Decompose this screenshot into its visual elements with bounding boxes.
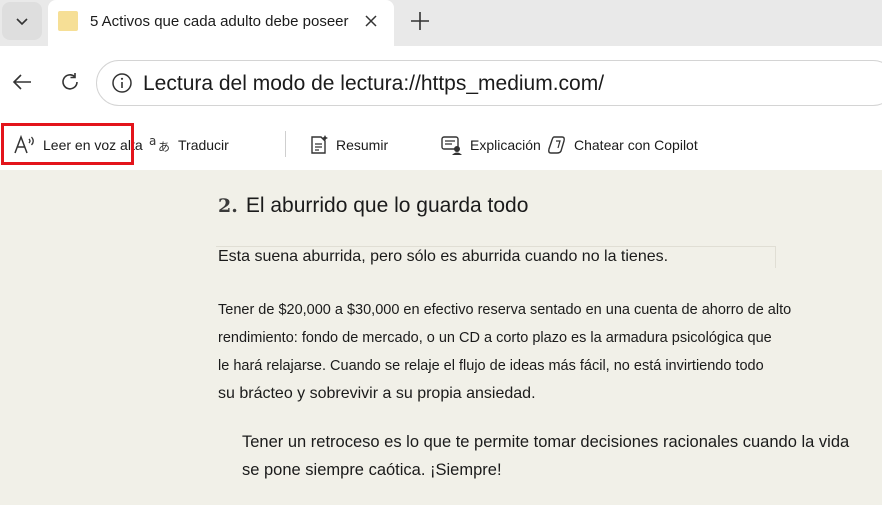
tab-title: 5 Activos que cada adulto debe poseer xyxy=(90,13,349,30)
heading-text: El aburrido que lo guarda todo xyxy=(245,194,529,217)
copilot-icon xyxy=(548,136,565,154)
plus-icon xyxy=(411,12,429,30)
translate-label: Traducir xyxy=(178,137,229,153)
url-text[interactable]: Lectura del modo de lectura://https_medi… xyxy=(143,72,604,96)
new-tab-button[interactable] xyxy=(404,5,436,37)
navigation-toolbar: Lectura del modo de lectura://https_medi… xyxy=(0,46,882,120)
refresh-button[interactable] xyxy=(54,66,86,98)
explain-icon xyxy=(441,136,462,155)
chevron-down-icon xyxy=(16,18,28,26)
close-icon xyxy=(365,15,377,27)
favicon-icon xyxy=(58,11,78,31)
svg-text:あ: あ xyxy=(158,140,170,154)
tab-close-button[interactable] xyxy=(360,10,382,32)
paragraph-line: le hará relajarse. Cuando se relaje el f… xyxy=(218,358,764,374)
active-tab[interactable]: 5 Activos que cada adulto debe poseer xyxy=(48,0,394,46)
summarize-label: Resumir xyxy=(336,137,389,153)
arrow-left-icon xyxy=(12,74,31,90)
paragraph-line: Tener de $20,000 a $30,000 en efectivo r… xyxy=(218,302,792,318)
translate-button[interactable]: aあ Traducir xyxy=(148,120,229,170)
info-icon[interactable] xyxy=(111,72,133,94)
summarize-button[interactable]: Resumir xyxy=(308,120,388,170)
paragraph-line: rendimiento: fondo de mercado, o un CD a… xyxy=(218,330,772,346)
refresh-icon xyxy=(62,73,78,90)
article-paragraph: Tener de $20,000 a $30,000 en efectivo r… xyxy=(218,296,791,408)
toolbar-divider xyxy=(285,131,286,157)
paragraph-line: su brácteo y sobrevivir a su propia ansi… xyxy=(218,385,536,402)
intro-sentence: Esta suena aburrida, pero sólo es aburri… xyxy=(218,248,669,265)
chat-with-copilot-button[interactable]: Chatear con Copilot xyxy=(546,120,698,170)
back-button[interactable] xyxy=(6,66,38,98)
tab-strip: 5 Activos que cada adulto debe poseer xyxy=(0,0,882,46)
tab-actions-button[interactable] xyxy=(2,2,42,40)
explain-label: Explicación xyxy=(470,137,541,153)
heading-number: 2. xyxy=(218,195,238,217)
address-bar[interactable]: Lectura del modo de lectura://https_medi… xyxy=(96,60,882,106)
svg-text:a: a xyxy=(149,134,156,148)
article-heading: 2. El aburrido que lo guarda todo xyxy=(218,194,528,218)
block-quote: Tener un retroceso es lo que te permite … xyxy=(242,428,849,484)
quote-line: se pone siempre caótica. ¡Siempre! xyxy=(242,461,502,479)
explain-button[interactable]: Explicación xyxy=(440,120,541,170)
reading-view: 2. El aburrido que lo guarda todo Esta su… xyxy=(0,170,882,505)
read-aloud-highlight xyxy=(1,123,134,165)
chat-label: Chatear con Copilot xyxy=(574,137,698,153)
quote-line: Tener un retroceso es lo que te permite … xyxy=(242,433,850,451)
translate-icon: aあ xyxy=(149,134,170,154)
summarize-icon xyxy=(311,135,328,154)
